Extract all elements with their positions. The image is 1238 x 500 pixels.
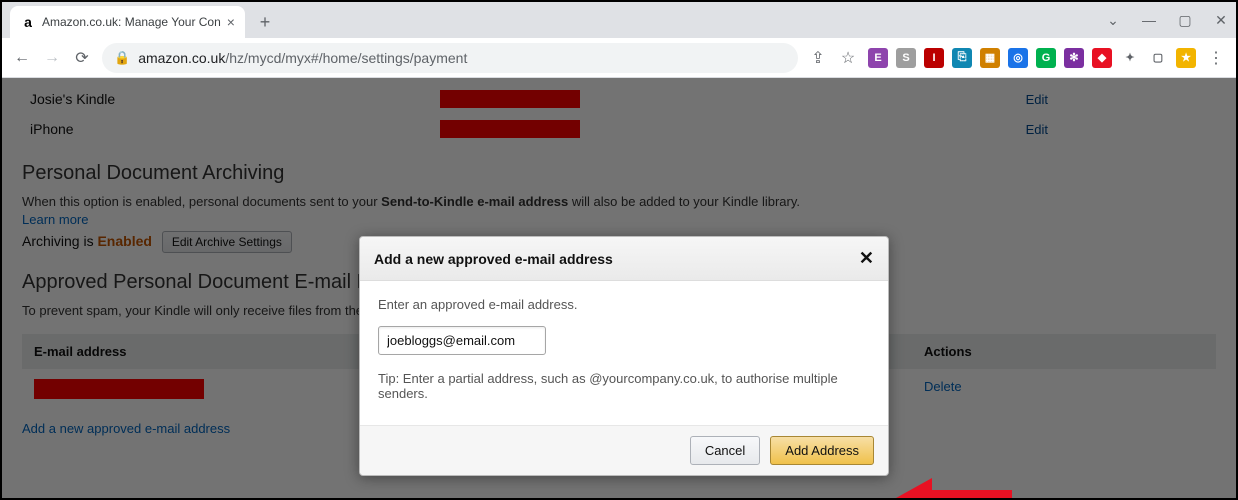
add-email-modal: Add a new approved e-mail address ✕ Ente… [359, 236, 889, 476]
extension-icon[interactable]: ◎ [1008, 48, 1028, 68]
extension-icon[interactable]: ★ [1176, 48, 1196, 68]
cancel-button[interactable]: Cancel [690, 436, 760, 465]
tab-title: Amazon.co.uk: Manage Your Con [42, 15, 221, 29]
modal-tip: Tip: Enter a partial address, such as @y… [378, 371, 870, 401]
url-path: /hz/mycd/myx#/home/settings/payment [225, 50, 467, 66]
page-body: Josie's Kindle Edit iPhone Edit Personal… [2, 78, 1236, 498]
window-controls: ⌄ — ▢ ✕ [1104, 2, 1230, 38]
modal-body: Enter an approved e-mail address. Tip: E… [360, 281, 888, 425]
modal-title: Add a new approved e-mail address [374, 251, 613, 267]
chevron-down-icon[interactable]: ⌄ [1104, 12, 1122, 29]
url-host: amazon.co.uk [138, 50, 225, 66]
browser-tab[interactable]: a Amazon.co.uk: Manage Your Con × [10, 6, 245, 38]
extension-icon[interactable]: ◆ [1092, 48, 1112, 68]
extension-icon[interactable]: E [868, 48, 888, 68]
extension-icon[interactable]: S [896, 48, 916, 68]
address-bar: ← → ⟳ 🔒 amazon.co.uk/hz/mycd/myx#/home/s… [2, 38, 1236, 78]
minimize-icon[interactable]: — [1140, 12, 1158, 28]
extension-icon[interactable]: I [924, 48, 944, 68]
extension-icon[interactable]: ▢ [1148, 48, 1168, 68]
add-address-button[interactable]: Add Address [770, 436, 874, 465]
modal-footer: Cancel Add Address [360, 425, 888, 475]
extension-icon[interactable]: ⎘ [952, 48, 972, 68]
back-icon[interactable]: ← [12, 49, 32, 67]
lock-icon: 🔒 [114, 50, 130, 66]
star-icon[interactable]: ☆ [838, 48, 858, 68]
new-tab-button[interactable]: + [251, 8, 279, 36]
extension-icon[interactable]: G [1036, 48, 1056, 68]
browser-tab-strip: a Amazon.co.uk: Manage Your Con × + ⌄ — … [2, 2, 1236, 38]
forward-icon[interactable]: → [42, 49, 62, 67]
extension-icon[interactable]: ✦ [1120, 48, 1140, 68]
reload-icon[interactable]: ⟳ [72, 48, 92, 68]
close-window-icon[interactable]: ✕ [1212, 12, 1230, 29]
extension-icon[interactable]: ▦ [980, 48, 1000, 68]
modal-prompt: Enter an approved e-mail address. [378, 297, 870, 312]
modal-header: Add a new approved e-mail address ✕ [360, 237, 888, 281]
extension-icon[interactable]: ✻ [1064, 48, 1084, 68]
url-field[interactable]: 🔒 amazon.co.uk/hz/mycd/myx#/home/setting… [102, 43, 798, 73]
extension-icons: ESI ⎘ ▦ ◎ G ✻ ◆ ✦ ▢ ★ [868, 48, 1196, 68]
close-icon[interactable]: ✕ [859, 248, 874, 269]
maximize-icon[interactable]: ▢ [1176, 12, 1194, 29]
share-icon[interactable]: ⇪ [808, 48, 828, 68]
menu-icon[interactable]: ⋮ [1206, 48, 1226, 68]
close-tab-icon[interactable]: × [227, 14, 235, 30]
email-input[interactable] [378, 326, 546, 355]
amazon-favicon: a [20, 14, 36, 30]
